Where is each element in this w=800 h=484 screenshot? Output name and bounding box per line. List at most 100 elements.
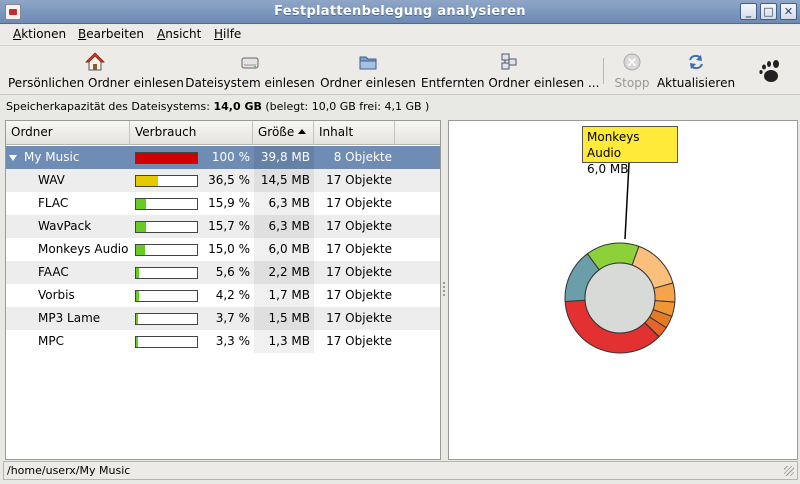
- usage-percent: 100 %: [211, 150, 250, 164]
- column-filler: [395, 121, 440, 145]
- menu-bar: Aktionen Bearbeiten Ansicht Hilfe: [0, 25, 800, 45]
- usage-percent: 4,2 %: [215, 288, 250, 302]
- folder-contents: 17 Objekte: [326, 288, 392, 302]
- menu-aktionen[interactable]: Aktionen: [13, 27, 66, 41]
- network-folder-icon: [501, 53, 517, 70]
- usage-bar-fill: [136, 153, 197, 163]
- folder-size: 6,3 MB: [254, 215, 314, 238]
- close-button[interactable]: ✕: [780, 3, 797, 20]
- title-bar: Festplattenbelegung analysieren _ □ ✕: [0, 0, 800, 24]
- expander-icon[interactable]: [9, 155, 17, 161]
- tree-row[interactable]: Vorbis 4,2 % 1,7 MB 17 Objekte: [6, 284, 440, 307]
- scan-home-button[interactable]: Persönlichen Ordner einlesen: [8, 50, 184, 92]
- capacity-total: 14,0 GB: [213, 100, 262, 113]
- folder-contents: 17 Objekte: [326, 173, 392, 187]
- folder-name: MPC: [38, 334, 64, 348]
- ring-chart-panel[interactable]: Monkeys Audio 6,0 MB: [448, 120, 798, 460]
- usage-bar: [135, 152, 198, 164]
- usage-percent: 3,3 %: [215, 334, 250, 348]
- status-bar: /home/userx/My Music: [3, 461, 798, 480]
- tree-row[interactable]: Monkeys Audio 15,0 % 6,0 MB 17 Objekte: [6, 238, 440, 261]
- capacity-prefix: Speicherkapazität des Dateisystems:: [6, 100, 210, 113]
- folder-size: 1,3 MB: [254, 330, 314, 353]
- folder-name: Monkeys Audio: [38, 242, 129, 256]
- folder-name: MP3 Lame: [38, 311, 101, 325]
- folder-name: WavPack: [38, 219, 92, 233]
- folder-size: 1,5 MB: [254, 307, 314, 330]
- home-icon: [84, 52, 105, 71]
- usage-bar-fill: [136, 291, 139, 301]
- filesystem-capacity-info: Speicherkapazität des Dateisystems: 14,0…: [6, 100, 429, 113]
- folder-icon: [359, 56, 377, 70]
- column-contents[interactable]: Inhalt: [314, 121, 395, 145]
- stop-icon: [623, 53, 641, 71]
- usage-bar: [135, 244, 198, 256]
- sort-ascending-icon: [298, 129, 307, 134]
- maximize-button[interactable]: □: [760, 3, 777, 20]
- menu-hilfe[interactable]: Hilfe: [214, 27, 241, 41]
- tree-row[interactable]: FAAC 5,6 % 2,2 MB 17 Objekte: [6, 261, 440, 284]
- scan-folder-label: Ordner einlesen: [320, 76, 416, 90]
- tree-header: Ordner Verbrauch Größe Inhalt: [6, 121, 440, 145]
- folder-size: 6,0 MB: [254, 238, 314, 261]
- folder-name: WAV: [38, 173, 65, 187]
- usage-percent: 15,7 %: [208, 219, 250, 233]
- folder-name: FAAC: [38, 265, 69, 279]
- tree-row[interactable]: MPC 3,3 % 1,3 MB 17 Objekte: [6, 330, 440, 353]
- usage-bar: [135, 267, 198, 279]
- usage-percent: 15,0 %: [208, 242, 250, 256]
- refresh-icon: [689, 54, 703, 70]
- usage-bar-fill: [136, 222, 146, 232]
- current-path: /home/userx/My Music: [7, 464, 131, 477]
- usage-percent: 36,5 %: [208, 173, 250, 187]
- usage-percent: 15,9 %: [208, 196, 250, 210]
- usage-bar-fill: [136, 199, 146, 209]
- column-folder[interactable]: Ordner: [6, 121, 130, 145]
- column-size[interactable]: Größe: [253, 121, 314, 145]
- tree-row[interactable]: FLAC 15,9 % 6,3 MB 17 Objekte: [6, 192, 440, 215]
- usage-bar-fill: [136, 268, 140, 278]
- scan-filesystem-button[interactable]: Dateisystem einlesen: [185, 50, 315, 92]
- refresh-button[interactable]: Aktualisieren: [656, 50, 736, 92]
- folder-contents: 17 Objekte: [326, 265, 392, 279]
- usage-bar: [135, 290, 198, 302]
- tree-row-root[interactable]: My Music 100 % 39,8 MB 8 Objekte: [6, 146, 440, 169]
- ring-center[interactable]: [584, 262, 656, 334]
- tooltip-folder-size: 6,0 MB: [587, 162, 629, 176]
- harddisk-icon: [241, 57, 259, 69]
- window-title: Festplattenbelegung analysieren: [274, 4, 526, 19]
- usage-percent: 3,7 %: [215, 311, 250, 325]
- gnome-foot-icon[interactable]: [758, 58, 782, 84]
- minimize-button[interactable]: _: [740, 3, 757, 20]
- tree-row[interactable]: WavPack 15,7 % 6,3 MB 17 Objekte: [6, 215, 440, 238]
- tooltip-folder-name: Monkeys Audio: [587, 130, 640, 160]
- folder-contents: 17 Objekte: [326, 219, 392, 233]
- scan-remote-button[interactable]: Entfernten Ordner einlesen ...: [421, 50, 599, 92]
- usage-bar-fill: [136, 245, 146, 255]
- scan-folder-button[interactable]: Ordner einlesen: [320, 50, 416, 92]
- folder-contents: 17 Objekte: [326, 311, 392, 325]
- tree-row[interactable]: MP3 Lame 3,7 % 1,5 MB 17 Objekte: [6, 307, 440, 330]
- toolbar-separator: [603, 58, 604, 84]
- column-usage[interactable]: Verbrauch: [130, 121, 253, 145]
- stop-button[interactable]: Stopp: [611, 50, 653, 92]
- folder-size: 14,5 MB: [254, 169, 314, 192]
- toolbar: Persönlichen Ordner einlesen Dateisystem…: [0, 45, 800, 95]
- pane-splitter[interactable]: [441, 280, 447, 300]
- folder-contents: 17 Objekte: [326, 242, 392, 256]
- folder-tree-view[interactable]: Ordner Verbrauch Größe Inhalt My Music 10…: [5, 120, 441, 460]
- usage-bar-fill: [136, 176, 159, 186]
- folder-name: FLAC: [38, 196, 69, 210]
- menu-bearbeiten[interactable]: Bearbeiten: [78, 27, 144, 41]
- usage-bar: [135, 221, 198, 233]
- folder-name: Vorbis: [38, 288, 75, 302]
- tree-row[interactable]: WAV 36,5 % 14,5 MB 17 Objekte: [6, 169, 440, 192]
- usage-bar-fill: [136, 314, 139, 324]
- resize-grip[interactable]: [784, 466, 794, 476]
- folder-contents: 17 Objekte: [326, 196, 392, 210]
- folder-contents: 8 Objekte: [333, 150, 392, 164]
- scan-filesystem-label: Dateisystem einlesen: [185, 76, 315, 90]
- usage-bar-fill: [136, 337, 138, 347]
- stop-label: Stopp: [614, 76, 650, 90]
- menu-ansicht[interactable]: Ansicht: [157, 27, 201, 41]
